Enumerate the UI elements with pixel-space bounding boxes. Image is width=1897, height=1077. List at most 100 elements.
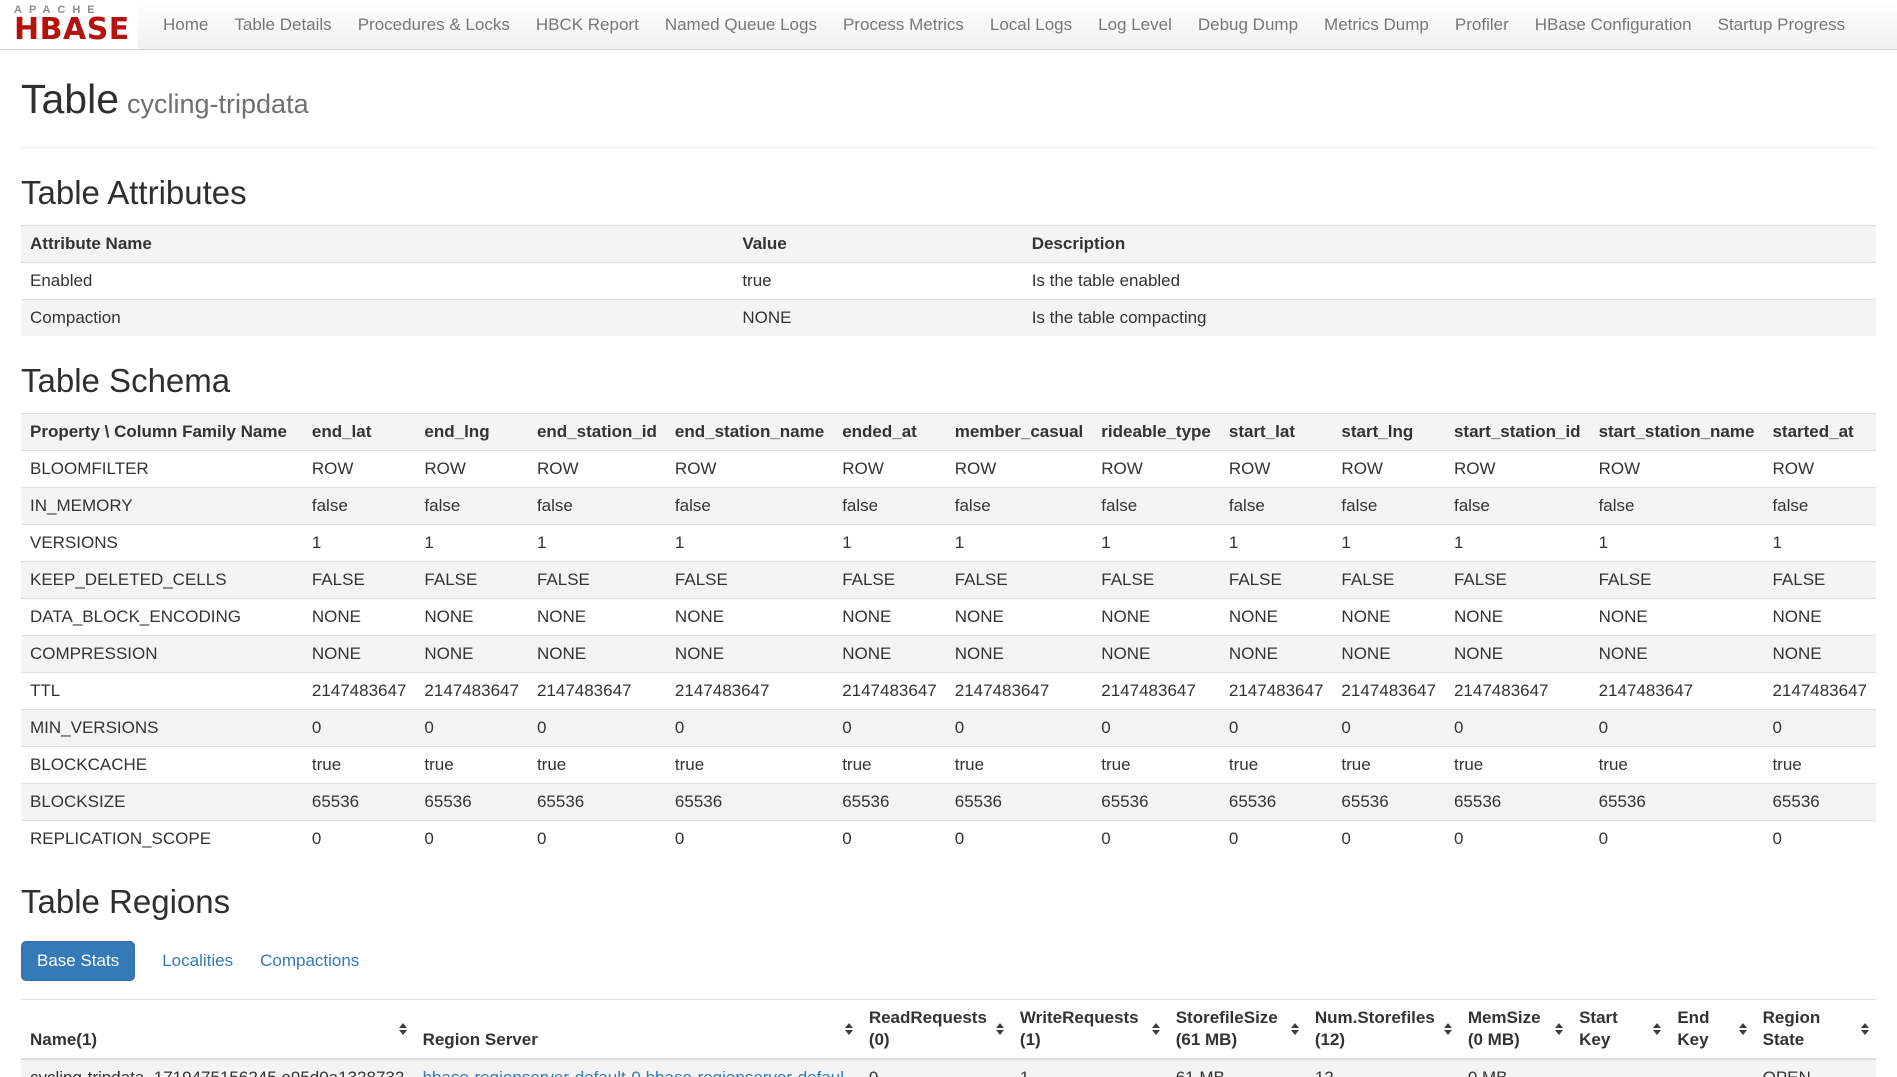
- regions-col-label: Region Server: [423, 1030, 538, 1049]
- schema-value: true: [303, 747, 416, 784]
- sort-arrows-icon[interactable]: [1861, 1023, 1869, 1035]
- sort-down-icon: [996, 1030, 1004, 1035]
- schema-value: NONE: [833, 636, 946, 673]
- schema-value: 2147483647: [946, 673, 1093, 710]
- nav-item-table-details[interactable]: Table Details: [221, 0, 344, 49]
- schema-value: true: [1445, 747, 1590, 784]
- sort-down-icon: [1291, 1030, 1299, 1035]
- tab-localities[interactable]: Localities: [162, 951, 233, 971]
- nav-item-startup-progress[interactable]: Startup Progress: [1705, 0, 1859, 49]
- nav-item-process-metrics[interactable]: Process Metrics: [830, 0, 977, 49]
- schema-value: NONE: [1092, 636, 1220, 673]
- sort-up-icon: [996, 1023, 1004, 1028]
- schema-row-versions: VERSIONS111111111111: [21, 525, 1876, 562]
- sort-arrows-icon[interactable]: [399, 1023, 407, 1035]
- nav-item-named-queue-logs[interactable]: Named Queue Logs: [652, 0, 830, 49]
- nav-item-procedures-locks[interactable]: Procedures & Locks: [345, 0, 523, 49]
- schema-value: 0: [946, 710, 1093, 747]
- sort-arrows-icon[interactable]: [996, 1023, 1004, 1035]
- schema-value: ROW: [1445, 451, 1590, 488]
- sort-arrows-icon[interactable]: [1739, 1023, 1747, 1035]
- schema-value: ROW: [1763, 451, 1876, 488]
- schema-value: 65536: [1590, 784, 1764, 821]
- sort-arrows-icon[interactable]: [1444, 1023, 1452, 1035]
- schema-family-started-at: started_at: [1763, 414, 1876, 451]
- schema-value: FALSE: [1332, 562, 1445, 599]
- region-server-link[interactable]: hbase-regionserver-default-0.hbase-regio…: [423, 1068, 844, 1077]
- sort-down-icon: [399, 1030, 407, 1035]
- regions-col-start-key[interactable]: Start Key: [1570, 1000, 1668, 1060]
- sort-arrows-icon[interactable]: [1291, 1023, 1299, 1035]
- schema-value: false: [1763, 488, 1876, 525]
- schema-value: true: [1092, 747, 1220, 784]
- schema-value: true: [1332, 747, 1445, 784]
- hbase-logo[interactable]: APACHE HBASE: [0, 0, 138, 49]
- nav-menu: HomeTable DetailsProcedures & LocksHBCK …: [150, 0, 1858, 49]
- tab-base-stats[interactable]: Base Stats: [21, 941, 135, 981]
- region-write-requests: 1: [1011, 1059, 1167, 1077]
- sort-arrows-icon[interactable]: [1152, 1023, 1160, 1035]
- schema-row-compression: COMPRESSIONNONENONENONENONENONENONENONEN…: [21, 636, 1876, 673]
- sort-arrows-icon[interactable]: [1653, 1023, 1661, 1035]
- schema-value: true: [1763, 747, 1876, 784]
- schema-value: 1: [1092, 525, 1220, 562]
- region-server-cell: hbase-regionserver-default-0.hbase-regio…: [414, 1059, 860, 1077]
- regions-col-region-server[interactable]: Region Server: [414, 1000, 860, 1060]
- nav-item-profiler[interactable]: Profiler: [1442, 0, 1522, 49]
- regions-col-name-1[interactable]: Name(1): [21, 1000, 414, 1060]
- schema-property: MIN_VERSIONS: [21, 710, 303, 747]
- schema-value: 0: [415, 821, 528, 858]
- region-name: cycling-tripdata,,1719475156245.e95d0a13…: [21, 1059, 414, 1077]
- schema-property: BLOCKCACHE: [21, 747, 303, 784]
- region-row: cycling-tripdata,,1719475156245.e95d0a13…: [21, 1059, 1876, 1077]
- schema-family-ended-at: ended_at: [833, 414, 946, 451]
- schema-value: false: [666, 488, 833, 525]
- sort-up-icon: [1861, 1023, 1869, 1028]
- nav-item-hbase-configuration[interactable]: HBase Configuration: [1522, 0, 1705, 49]
- regions-col-writerequests-1[interactable]: WriteRequests (1): [1011, 1000, 1167, 1060]
- tab-compactions[interactable]: Compactions: [260, 951, 359, 971]
- regions-col-label: MemSize (0 MB): [1468, 1008, 1541, 1049]
- page-title: Tablecycling-tripdata: [21, 76, 1876, 123]
- schema-value: NONE: [946, 636, 1093, 673]
- schema-property: BLOCKSIZE: [21, 784, 303, 821]
- schema-value: ROW: [946, 451, 1093, 488]
- schema-family-end-station-id: end_station_id: [528, 414, 666, 451]
- nav-item-debug-dump[interactable]: Debug Dump: [1185, 0, 1311, 49]
- sort-arrows-icon[interactable]: [845, 1023, 853, 1035]
- schema-value: true: [1590, 747, 1764, 784]
- nav-item-log-level[interactable]: Log Level: [1085, 0, 1185, 49]
- regions-col-region-state[interactable]: Region State: [1754, 1000, 1876, 1060]
- schema-value: NONE: [833, 599, 946, 636]
- sort-arrows-icon[interactable]: [1555, 1023, 1563, 1035]
- schema-value: false: [415, 488, 528, 525]
- regions-col-storefilesize-61-mb[interactable]: StorefileSize (61 MB): [1167, 1000, 1306, 1060]
- schema-value: ROW: [833, 451, 946, 488]
- schema-value: false: [528, 488, 666, 525]
- schema-value: 0: [303, 821, 416, 858]
- regions-col-num-storefiles-12[interactable]: Num.Storefiles (12): [1306, 1000, 1459, 1060]
- schema-value: 0: [666, 710, 833, 747]
- top-navbar: APACHE HBASE HomeTable DetailsProcedures…: [0, 0, 1897, 50]
- page-title-text: Table: [21, 76, 119, 122]
- schema-value: 0: [946, 821, 1093, 858]
- nav-item-metrics-dump[interactable]: Metrics Dump: [1311, 0, 1442, 49]
- schema-value: 0: [1590, 710, 1764, 747]
- schema-value: 2147483647: [1763, 673, 1876, 710]
- schema-value: NONE: [528, 636, 666, 673]
- schema-family-start-station-name: start_station_name: [1590, 414, 1764, 451]
- regions-col-end-key[interactable]: End Key: [1668, 1000, 1753, 1060]
- schema-value: 1: [946, 525, 1093, 562]
- table-schema: Property \ Column Family Nameend_latend_…: [21, 413, 1876, 857]
- nav-item-hbck-report[interactable]: HBCK Report: [523, 0, 652, 49]
- sort-up-icon: [1555, 1023, 1563, 1028]
- schema-row-data-block-encoding: DATA_BLOCK_ENCODINGNONENONENONENONENONEN…: [21, 599, 1876, 636]
- schema-value: 2147483647: [833, 673, 946, 710]
- nav-item-local-logs[interactable]: Local Logs: [977, 0, 1085, 49]
- nav-item-home[interactable]: Home: [150, 0, 221, 49]
- regions-col-label: Name(1): [30, 1030, 97, 1049]
- regions-col-memsize-0-mb[interactable]: MemSize (0 MB): [1459, 1000, 1570, 1060]
- attributes-header-row: Attribute NameValueDescription: [21, 226, 1876, 263]
- regions-col-readrequests-0[interactable]: ReadRequests (0): [860, 1000, 1011, 1060]
- schema-value: 0: [1092, 710, 1220, 747]
